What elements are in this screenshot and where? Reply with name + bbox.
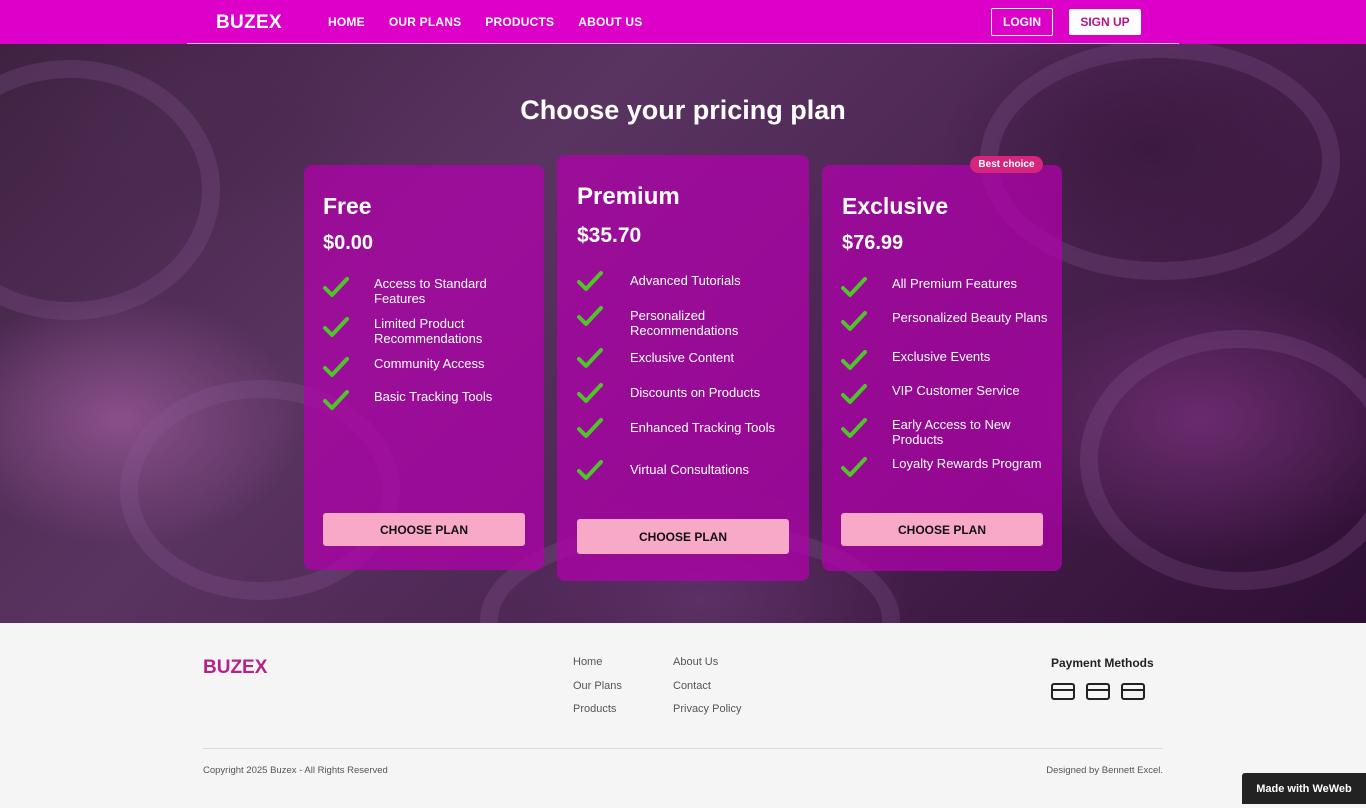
feature-item: Discounts on Products — [577, 383, 760, 405]
feature-item: Community Access — [323, 356, 485, 379]
check-icon — [577, 418, 603, 438]
footer-brand-logo[interactable]: BUZEX — [203, 657, 267, 679]
check-icon — [323, 390, 349, 410]
top-navbar: BUZEX HOME OUR PLANS PRODUCTS ABOUT US L… — [0, 0, 1366, 44]
feature-text: Exclusive Events — [892, 349, 991, 364]
feature-item: Limited Product Recommendations — [323, 316, 533, 346]
feature-item: Exclusive Content — [577, 348, 734, 370]
copyright-text: Copyright 2025 Buzex - All Rights Reserv… — [203, 765, 388, 776]
feature-text: Access to Standard Features — [374, 276, 487, 306]
footer-links-col-1: Home Our Plans Products — [573, 656, 622, 727]
check-icon — [577, 383, 603, 403]
login-button[interactable]: LOGIN — [991, 8, 1053, 36]
feature-text: Virtual Consultations — [630, 462, 749, 477]
choose-plan-button[interactable]: CHOOSE PLAN — [577, 519, 789, 554]
feature-text: Community Access — [374, 356, 485, 371]
check-icon — [323, 277, 349, 297]
footer-link-contact[interactable]: Contact — [673, 680, 741, 704]
nav-link-about-us[interactable]: ABOUT US — [578, 15, 642, 29]
nav-link-our-plans[interactable]: OUR PLANS — [389, 15, 461, 29]
credit-card-icon — [1086, 683, 1110, 700]
payment-methods-title: Payment Methods — [1051, 656, 1154, 670]
feature-item: Personalized Beauty Plans — [841, 310, 1048, 333]
plan-price: $0.00 — [323, 232, 374, 254]
feature-text: All Premium Features — [892, 276, 1017, 291]
feature-item: Loyalty Rewards Program — [841, 456, 1042, 479]
best-choice-badge: Best choice — [970, 156, 1043, 173]
made-with-weweb-badge[interactable]: Made with WeWeb — [1242, 773, 1366, 804]
nav-links: HOME OUR PLANS PRODUCTS ABOUT US — [328, 15, 643, 29]
feature-item: Personalized Recommendations — [577, 306, 799, 338]
feature-item: Early Access to New Products — [841, 417, 1053, 447]
feature-text: Basic Tracking Tools — [374, 389, 493, 404]
navbar-divider — [187, 43, 1179, 44]
feature-item: Enhanced Tracking Tools — [577, 418, 775, 440]
feature-item: Exclusive Events — [841, 349, 991, 372]
check-icon — [841, 384, 867, 404]
check-icon — [577, 306, 603, 326]
plan-card-premium: Premium $35.70 Advanced Tutorials Person… — [557, 155, 809, 581]
feature-text: Exclusive Content — [630, 350, 735, 365]
check-icon — [577, 460, 603, 480]
footer-link-privacy-policy[interactable]: Privacy Policy — [673, 703, 741, 727]
feature-text: Discounts on Products — [630, 385, 761, 400]
check-icon — [841, 457, 867, 477]
choose-plan-button[interactable]: CHOOSE PLAN — [841, 513, 1043, 546]
plan-name: Free — [323, 193, 372, 219]
choose-plan-button[interactable]: CHOOSE PLAN — [323, 513, 525, 546]
plan-card-free: Free $0.00 Access to Standard Features L… — [304, 165, 544, 570]
feature-text: VIP Customer Service — [892, 383, 1020, 398]
nav-link-home[interactable]: HOME — [328, 15, 365, 29]
footer-divider — [203, 748, 1163, 749]
check-icon — [323, 357, 349, 377]
credit-card-icon — [1121, 683, 1145, 700]
plan-price: $35.70 — [577, 224, 642, 247]
footer-link-home[interactable]: Home — [573, 656, 622, 680]
feature-item: VIP Customer Service — [841, 383, 1020, 406]
feature-text: Early Access to New Products — [892, 417, 1011, 447]
feature-item: Advanced Tutorials — [577, 271, 741, 293]
plan-name: Premium — [577, 183, 680, 210]
nav-link-products[interactable]: PRODUCTS — [485, 15, 554, 29]
plan-price: $76.99 — [842, 232, 904, 254]
plan-name: Exclusive — [842, 193, 949, 219]
footer-link-products[interactable]: Products — [573, 703, 622, 727]
feature-text: Personalized Beauty Plans — [892, 310, 1048, 325]
feature-item: Virtual Consultations — [577, 460, 749, 482]
check-icon — [323, 317, 349, 337]
footer-links-col-2: About Us Contact Privacy Policy — [673, 656, 741, 727]
feature-item: All Premium Features — [841, 276, 1017, 299]
check-icon — [841, 418, 867, 438]
footer-link-about-us[interactable]: About Us — [673, 656, 741, 680]
check-icon — [841, 350, 867, 370]
signup-button[interactable]: SIGN UP — [1069, 9, 1141, 35]
feature-text: Personalized Recommendations — [630, 308, 739, 338]
feature-text: Advanced Tutorials — [630, 273, 741, 288]
page-title: Choose your pricing plan — [520, 95, 846, 125]
feature-text: Loyalty Rewards Program — [892, 456, 1042, 471]
check-icon — [841, 311, 867, 331]
feature-text: Enhanced Tracking Tools — [630, 420, 776, 435]
plan-card-exclusive: Exclusive $76.99 All Premium Features Pe… — [822, 165, 1062, 571]
footer-link-our-plans[interactable]: Our Plans — [573, 680, 622, 704]
check-icon — [577, 348, 603, 368]
brand-logo[interactable]: BUZEX — [216, 12, 282, 34]
feature-text: Limited Product Recommendations — [374, 316, 483, 346]
check-icon — [841, 277, 867, 297]
credit-card-icon — [1051, 683, 1075, 700]
check-icon — [577, 271, 603, 291]
feature-item: Basic Tracking Tools — [323, 389, 493, 412]
feature-item: Access to Standard Features — [323, 276, 533, 306]
designed-by-text: Designed by Bennett Excel. — [1046, 765, 1163, 776]
payment-icons — [1051, 683, 1145, 700]
background-fold — [1080, 330, 1366, 590]
